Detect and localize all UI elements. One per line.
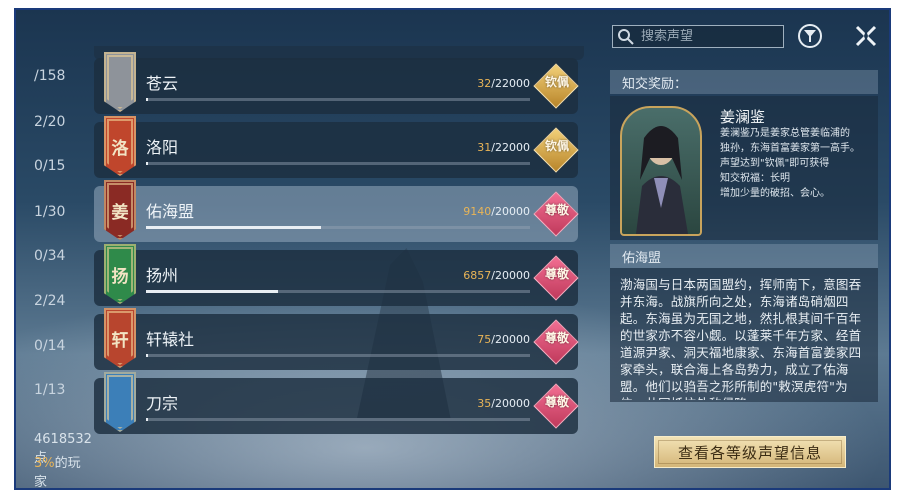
left-count: 0/15 <box>34 158 66 174</box>
faction-progress-text: 35/20000 <box>477 397 530 410</box>
progress-bar <box>146 354 530 357</box>
close-button[interactable] <box>854 24 878 48</box>
rank-badge-label: 尊敬 <box>544 203 569 217</box>
faction-row[interactable]: 刀宗 35/20000 尊敬 <box>94 372 579 434</box>
faction-banner-icon <box>104 52 136 112</box>
faction-progress-text: 75/20000 <box>477 333 530 346</box>
filter-icon <box>804 30 816 42</box>
rank-badge-label: 钦佩 <box>544 139 569 153</box>
progress-fill <box>146 290 278 293</box>
faction-name: 轩辕社 <box>146 330 195 349</box>
rank-badge-label: 尊敬 <box>544 331 569 345</box>
faction-name: 苍云 <box>146 74 179 93</box>
progress-fill <box>146 418 148 421</box>
left-count: 2/24 <box>34 293 66 309</box>
filter-button[interactable] <box>798 24 822 48</box>
close-icon <box>855 25 877 47</box>
progress-bar <box>146 290 530 293</box>
faction-banner-icon: 轩 <box>104 308 136 368</box>
left-count: 2/20 <box>34 114 66 130</box>
lore-text[interactable]: 渤海国与日本两国盟约，挥师南下，意图吞并东海。战旗所向之处，东海诸岛硝烟四起。东… <box>620 276 870 400</box>
character-name: 姜澜鉴 <box>720 108 766 126</box>
progress-bar <box>146 418 530 421</box>
faction-row[interactable]: 洛 洛阳 31/22000 钦佩 <box>94 116 579 178</box>
faction-banner-icon: 扬 <box>104 244 136 304</box>
progress-fill <box>146 162 148 165</box>
progress-fill <box>146 226 322 229</box>
faction-progress-text: 9140/20000 <box>463 205 530 218</box>
faction-name: 洛阳 <box>146 138 179 157</box>
character-description: 姜澜鉴乃是姜家总管姜临浦的 独孙，东海首富姜家第一高手。 声望达到"钦佩"即可获… <box>720 128 860 199</box>
faction-name: 佑海盟 <box>146 202 195 221</box>
progress-bar <box>146 226 530 229</box>
faction-progress-text: 32/22000 <box>477 77 530 90</box>
search-box[interactable] <box>612 25 784 48</box>
left-count: /158 <box>34 68 66 84</box>
reward-header: 知交奖励： <box>610 70 878 94</box>
faction-row[interactable]: 姜 佑海盟 9140/20000 尊敬 <box>94 180 579 242</box>
left-count: 1/13 <box>34 382 66 398</box>
faction-name: 刀宗 <box>146 394 179 413</box>
faction-row[interactable]: 轩 轩辕社 75/20000 尊敬 <box>94 308 579 370</box>
rank-badge-label: 尊敬 <box>544 395 569 409</box>
faction-banner-icon <box>104 372 136 432</box>
faction-name: 扬州 <box>146 266 179 285</box>
rank-badge-label: 尊敬 <box>544 267 569 281</box>
percent-line: 3%的玩家 <box>34 456 81 490</box>
view-rank-info-button[interactable]: 查看各等级声望信息 <box>654 436 846 468</box>
faction-row[interactable]: 扬 扬州 6857/20000 尊敬 <box>94 244 579 306</box>
left-count: 0/34 <box>34 248 66 264</box>
faction-progress-text: 6857/20000 <box>463 269 530 282</box>
faction-banner-icon: 洛 <box>104 116 136 176</box>
progress-fill <box>146 98 148 101</box>
faction-progress-text: 31/22000 <box>477 141 530 154</box>
search-icon <box>618 28 634 45</box>
search-input[interactable] <box>639 28 783 45</box>
left-count: 0/14 <box>34 338 66 354</box>
reputation-window: /158 2/20 0/15 1/30 0/34 2/24 0/14 1/13 … <box>14 8 891 490</box>
progress-fill <box>146 354 148 357</box>
character-portrait <box>620 106 702 236</box>
faction-row[interactable]: 苍云 32/22000 钦佩 <box>94 52 579 114</box>
left-column: /158 2/20 0/15 1/30 0/34 2/24 0/14 1/13 … <box>16 10 92 490</box>
rank-badge-label: 钦佩 <box>544 75 569 89</box>
progress-bar <box>146 98 530 101</box>
progress-bar <box>146 162 530 165</box>
lore-header: 佑海盟 <box>610 244 878 268</box>
left-count: 1/30 <box>34 204 66 220</box>
faction-banner-icon: 姜 <box>104 180 136 240</box>
